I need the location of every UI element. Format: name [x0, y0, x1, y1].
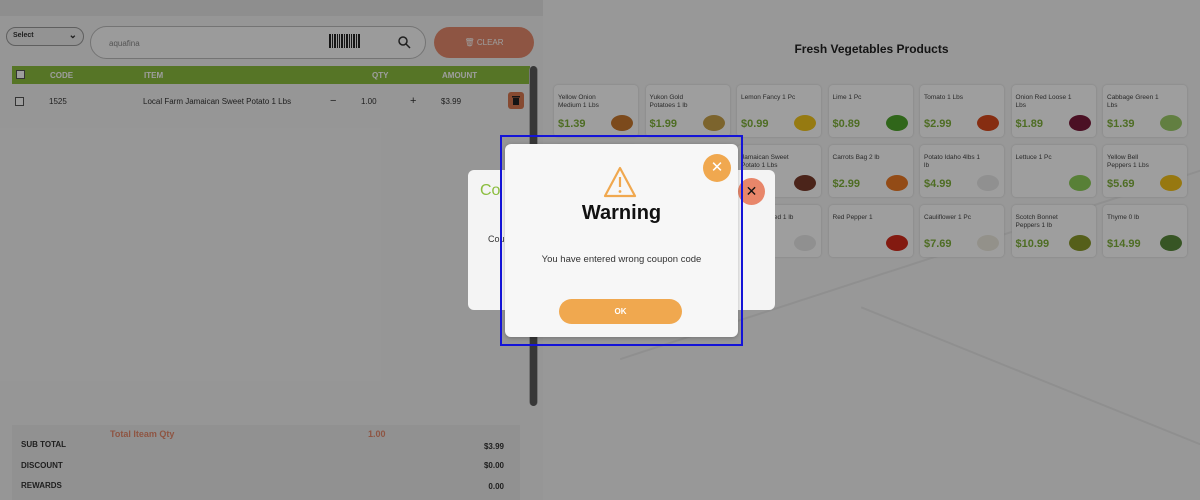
warning-message: You have entered wrong coupon code: [541, 254, 702, 265]
warning-icon: [603, 166, 637, 198]
coupon-title: Co: [480, 182, 501, 199]
warning-dialog: ✕ Warning You have entered wrong coupon …: [505, 144, 738, 337]
warning-title: Warning: [581, 202, 662, 224]
warning-close-button[interactable]: ✕: [703, 154, 731, 182]
ok-button[interactable]: OK: [559, 299, 682, 324]
